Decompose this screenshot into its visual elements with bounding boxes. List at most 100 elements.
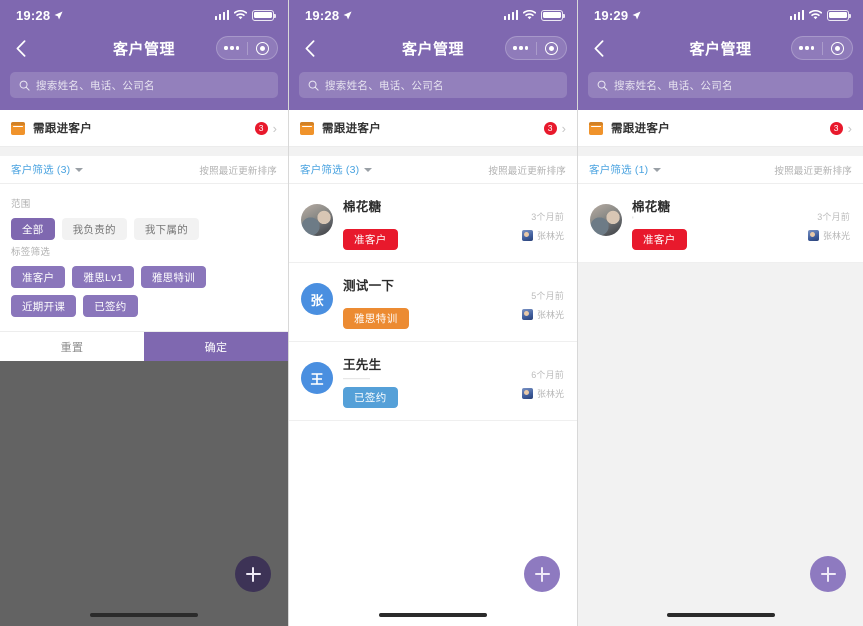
status-badge: 3 <box>543 121 557 135</box>
list-item-meta: 6个月前 张林光 <box>521 354 566 400</box>
customer-tag: 雅思特训 <box>343 308 409 329</box>
filter-toggle[interactable]: 客户筛选 (1) <box>589 162 662 177</box>
owner: 张林光 <box>521 387 564 400</box>
follow-up-row[interactable]: 需跟进客户 3 › <box>0 110 288 147</box>
target-circle-icon[interactable] <box>536 41 566 55</box>
owner: 张林光 <box>521 308 564 321</box>
customer-name: 棉花糖 <box>343 200 382 214</box>
more-dots-icon[interactable] <box>792 46 822 50</box>
search-icon <box>19 80 30 91</box>
target-circle-icon[interactable] <box>247 41 277 55</box>
add-customer-fab[interactable] <box>235 556 271 592</box>
scope-chip-mine[interactable]: 我负责的 <box>61 218 127 240</box>
target-circle-icon[interactable] <box>822 41 852 55</box>
location-arrow-icon <box>54 11 63 20</box>
battery-full-icon <box>541 9 566 21</box>
add-customer-fab[interactable] <box>810 556 846 592</box>
scope-chip-subordinates[interactable]: 我下属的 <box>133 218 200 240</box>
search-icon <box>308 80 319 91</box>
miniprogram-capsule[interactable] <box>791 36 853 60</box>
customer-name: 王先生 <box>343 358 382 372</box>
owner-avatar <box>521 309 533 320</box>
list-empty-space <box>289 421 577 626</box>
nav-bar: 客户管理 <box>578 30 863 66</box>
search-input[interactable]: 搜索姓名、电话、公司名 <box>299 72 567 98</box>
back-chevron-icon[interactable] <box>586 39 612 57</box>
scope-chip-all[interactable]: 全部 <box>11 218 55 240</box>
list-item-meta: 3个月前 张林光 <box>807 196 852 242</box>
follow-up-row[interactable]: 需跟进客户 3 › <box>578 110 863 147</box>
miniprogram-capsule[interactable] <box>505 36 567 60</box>
sort-label[interactable]: 按照最近更新排序 <box>488 163 566 177</box>
wifi-icon <box>234 10 247 20</box>
avatar <box>301 204 333 236</box>
chevron-down-icon <box>653 167 662 172</box>
owner-avatar <box>521 388 533 399</box>
location-arrow-icon <box>343 11 352 20</box>
screen-customer-list-1: 19:29 客户管理 搜索姓名、电话、公司名 需跟进客户 3 › 客户筛选 (1… <box>577 0 863 626</box>
owner-name: 张林光 <box>536 231 564 241</box>
battery-full-icon <box>252 9 277 21</box>
customer-list: 棉花糖 准客户 3个月前 张林光 张 测试一下 雅思特训 5个月前 张林光 王 … <box>289 184 577 421</box>
avatar <box>590 204 622 236</box>
location-arrow-icon <box>632 11 641 20</box>
tag-chip-prospect[interactable]: 准客户 <box>11 266 66 288</box>
miniprogram-capsule[interactable] <box>216 36 278 60</box>
sort-label[interactable]: 按照最近更新排序 <box>774 163 852 177</box>
filter-actions: 重置 确定 <box>0 331 288 361</box>
folder-icon <box>589 121 603 135</box>
search-area: 搜索姓名、电话、公司名 <box>578 66 863 110</box>
filter-label: 客户筛选 (3) <box>300 164 360 176</box>
folder-icon <box>300 121 314 135</box>
list-item[interactable]: 棉花糖 ' 准客户 3个月前 张林光 <box>578 184 863 263</box>
filter-toggle[interactable]: 客户筛选 (3) <box>11 162 84 177</box>
owner-name: 张林光 <box>536 389 564 399</box>
add-customer-fab[interactable] <box>524 556 560 592</box>
three-screen-comparison: 19:28 客户管理 搜索姓名、电话、公司名 需跟进客户 3 › 客户筛选 (3… <box>0 0 863 626</box>
update-time: 3个月前 <box>531 212 564 222</box>
signal-bars-icon <box>503 10 518 20</box>
home-indicator <box>90 613 198 617</box>
back-chevron-icon[interactable] <box>8 39 34 57</box>
filter-header-row: 客户筛选 (3) 按照最近更新排序 <box>289 156 577 184</box>
status-time: 19:29 <box>594 7 629 23</box>
search-input[interactable]: 搜索姓名、电话、公司名 <box>10 72 278 98</box>
list-item[interactable]: 张 测试一下 雅思特训 5个月前 张林光 <box>289 263 577 342</box>
back-chevron-icon[interactable] <box>297 39 323 57</box>
follow-up-row[interactable]: 需跟进客户 3 › <box>289 110 577 147</box>
more-dots-icon[interactable] <box>506 46 536 50</box>
tag-chip-ielts-lv1[interactable]: 雅思Lv1 <box>72 266 134 288</box>
tag-chip-ielts-intensive[interactable]: 雅思特训 <box>140 266 207 288</box>
list-item-main: 测试一下 雅思特训 <box>343 275 512 329</box>
more-dots-icon[interactable] <box>217 46 247 50</box>
status-bar: 19:28 <box>289 0 577 30</box>
update-time: 5个月前 <box>531 291 564 301</box>
filter-header-row: 客户筛选 (1) 按照最近更新排序 <box>578 156 863 184</box>
tag-section-label: 标签筛选 <box>11 247 51 258</box>
customer-tag: 准客户 <box>343 229 398 250</box>
list-item[interactable]: 棉花糖 准客户 3个月前 张林光 <box>289 184 577 263</box>
search-area: 搜索姓名、电话、公司名 <box>0 66 288 110</box>
search-area: 搜索姓名、电话、公司名 <box>289 66 577 110</box>
list-item[interactable]: 王 王先生 ——— 已签约 6个月前 张林光 <box>289 342 577 421</box>
customer-subtitle: ——— <box>343 373 370 383</box>
status-icons <box>503 9 566 21</box>
section-gap <box>578 147 863 156</box>
screen-filter-panel: 19:28 客户管理 搜索姓名、电话、公司名 需跟进客户 3 › 客户筛选 (3… <box>0 0 288 626</box>
plus-icon <box>820 566 836 582</box>
nav-bar: 客户管理 <box>0 30 288 66</box>
filter-toggle[interactable]: 客户筛选 (3) <box>300 162 373 177</box>
customer-subtitle <box>343 215 512 226</box>
customer-subtitle <box>343 294 512 305</box>
search-input[interactable]: 搜索姓名、电话、公司名 <box>588 72 853 98</box>
follow-up-label: 需跟进客户 <box>611 123 670 135</box>
tag-chip-signed[interactable]: 已签约 <box>83 295 138 317</box>
nav-bar: 客户管理 <box>289 30 577 66</box>
status-badge: 3 <box>829 121 843 135</box>
reset-button[interactable]: 重置 <box>0 332 144 361</box>
confirm-button[interactable]: 确定 <box>144 332 288 361</box>
follow-up-label: 需跟进客户 <box>322 123 381 135</box>
sort-label[interactable]: 按照最近更新排序 <box>199 163 277 177</box>
tag-chip-recent-class[interactable]: 近期开课 <box>11 295 77 317</box>
section-gap <box>0 147 288 156</box>
